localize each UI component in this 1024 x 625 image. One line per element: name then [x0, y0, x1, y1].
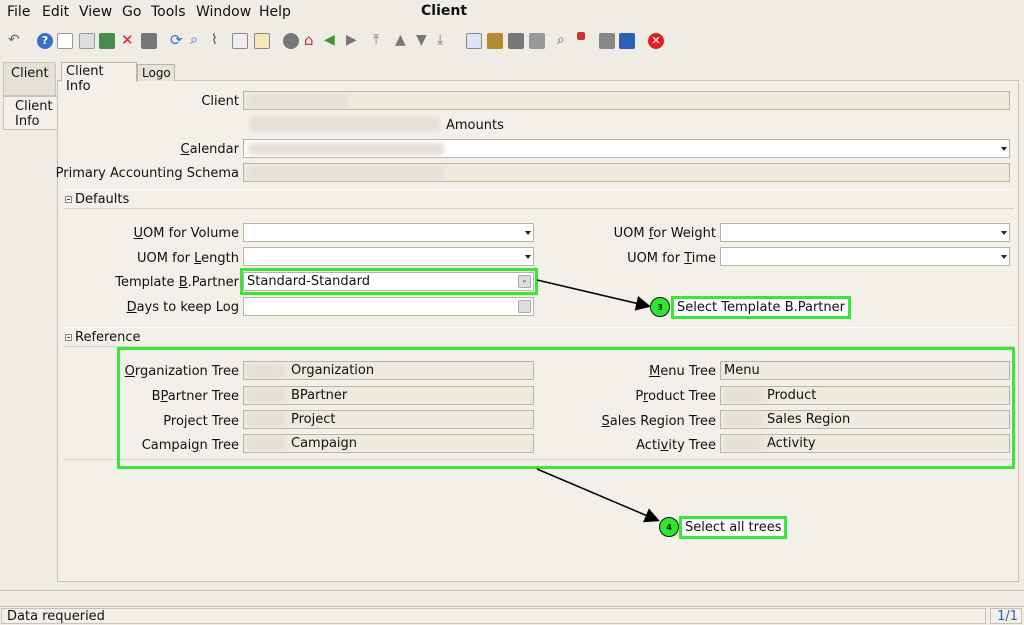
status-message-box: Data requeried: [1, 608, 986, 624]
callout-4-badge: 4: [659, 517, 679, 537]
status-message: Data requeried: [7, 609, 105, 624]
arrow-to-callout-3: [536, 279, 651, 311]
callout-3-label: Select Template B.Partner: [671, 296, 851, 319]
tab-client-info[interactable]: Client Info: [61, 62, 137, 94]
arrow-to-callout-4: [536, 468, 660, 523]
annotation-arrows: [536, 279, 660, 523]
status-bar: Data requeried 1/1: [0, 606, 1024, 625]
callout-3-badge: 3: [650, 297, 670, 317]
record-counter[interactable]: 1/1: [990, 608, 1022, 624]
status-spacer: [0, 590, 1024, 604]
callout-4-label: Select all trees: [679, 516, 788, 539]
